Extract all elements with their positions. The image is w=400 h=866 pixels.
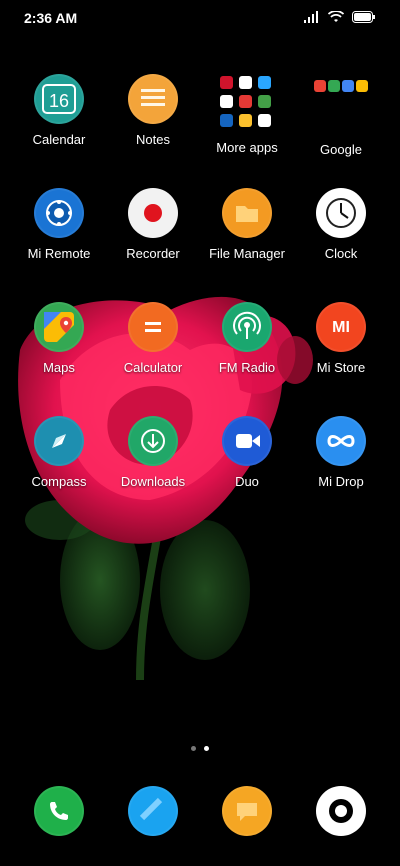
app-calculator[interactable]: Calculator: [103, 302, 203, 375]
app-label: Mi Remote: [27, 246, 91, 261]
phone-icon: [34, 786, 84, 836]
google-folder-icon: [314, 74, 368, 134]
recorder-icon: [128, 188, 178, 238]
app-mi-store[interactable]: MI Mi Store: [291, 302, 391, 375]
app-label: Duo: [235, 474, 259, 489]
mi-drop-icon: [316, 416, 366, 466]
camera-icon: [316, 786, 366, 836]
app-label: More apps: [216, 140, 278, 155]
app-label: Clock: [324, 246, 358, 261]
app-mi-drop[interactable]: Mi Drop: [291, 416, 391, 489]
app-label: Calendar: [32, 132, 86, 147]
maps-icon: [34, 302, 84, 352]
app-calendar[interactable]: 16 Calendar: [9, 74, 109, 147]
app-downloads[interactable]: Downloads: [103, 416, 203, 489]
app-label: Recorder: [126, 246, 180, 261]
battery-icon: [352, 10, 376, 28]
status-icons: [304, 10, 376, 28]
status-time: 2:36 AM: [24, 10, 78, 26]
clock-icon: [316, 188, 366, 238]
chat-icon: [222, 786, 272, 836]
app-label: Downloads: [120, 474, 186, 489]
app-notes[interactable]: Notes: [103, 74, 203, 147]
messages-icon: [128, 786, 178, 836]
app-fm-radio[interactable]: FM Radio: [197, 302, 297, 375]
app-label: File Manager: [209, 246, 285, 261]
remote-icon: [34, 188, 84, 238]
downloads-icon: [128, 416, 178, 466]
app-folder-google[interactable]: Google: [291, 74, 391, 157]
app-clock[interactable]: Clock: [291, 188, 391, 261]
dock-messages[interactable]: [103, 786, 203, 836]
app-recorder[interactable]: Recorder: [103, 188, 203, 261]
app-compass[interactable]: Compass: [9, 416, 109, 489]
radio-icon: [222, 302, 272, 352]
svg-text:MI: MI: [332, 319, 350, 336]
signal-icon: [304, 10, 320, 28]
folder-icon: [218, 74, 276, 132]
duo-icon: [222, 416, 272, 466]
calculator-icon: [128, 302, 178, 352]
app-label: FM Radio: [218, 360, 276, 375]
app-label: Google: [320, 142, 362, 157]
compass-icon: [34, 416, 84, 466]
wifi-icon: [327, 10, 345, 28]
app-label: Calculator: [123, 360, 183, 375]
dock-chat[interactable]: [197, 786, 297, 836]
app-label: Maps: [43, 360, 75, 375]
app-mi-remote[interactable]: Mi Remote: [9, 188, 109, 261]
mi-store-icon: MI: [316, 302, 366, 352]
file-manager-icon: [222, 188, 272, 238]
notes-icon: [128, 74, 178, 124]
app-label: Mi Store: [316, 360, 366, 375]
app-maps[interactable]: Maps: [9, 302, 109, 375]
app-label: Compass: [31, 474, 87, 489]
app-label: Mi Drop: [318, 474, 364, 489]
page-indicator: [0, 746, 400, 751]
app-folder-more[interactable]: More apps: [197, 74, 297, 155]
svg-text:16: 16: [49, 91, 69, 111]
dock-phone[interactable]: [9, 786, 109, 836]
app-file-manager[interactable]: File Manager: [197, 188, 297, 261]
status-bar: 2:36 AM: [0, 0, 400, 36]
dock: [0, 786, 400, 842]
page-dot-2[interactable]: [204, 746, 209, 751]
app-label: Notes: [136, 132, 170, 147]
page-dot-1[interactable]: [191, 746, 196, 751]
app-duo[interactable]: Duo: [197, 416, 297, 489]
dock-camera[interactable]: [291, 786, 391, 836]
calendar-icon: 16: [34, 74, 84, 124]
